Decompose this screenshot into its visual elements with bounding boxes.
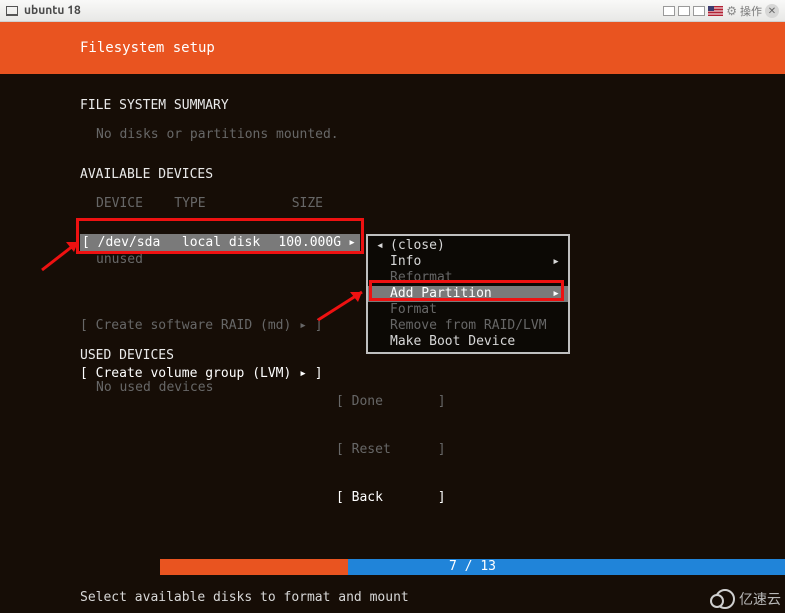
vm-title: ubuntu 18 (24, 4, 81, 17)
installer-surface: Filesystem setup FILE SYSTEM SUMMARY No … (0, 22, 785, 613)
menu-reformat: Reformat (368, 270, 568, 286)
bracket: [ (82, 234, 98, 252)
progress-label: 7 / 13 (160, 559, 785, 575)
vm-titlebar: ubuntu 18 ⚙ 操作 ✕ (0, 0, 785, 22)
disk-context-menu: ◂ (close) Info ▸ Reformat Add Partition … (366, 234, 570, 354)
disk-row[interactable]: [ /dev/sda local disk 100.000G ▸ (80, 234, 360, 252)
summary-message: No disks or partitions mounted. (80, 127, 785, 143)
chevron-right-icon: ▸ (550, 286, 560, 302)
menu-add-partition[interactable]: Add Partition ▸ (368, 286, 568, 302)
file-system-summary: FILE SYSTEM SUMMARY No disks or partitio… (0, 74, 785, 143)
disk-size: 100.000G (276, 234, 342, 252)
disk-device: /dev/sda (98, 234, 182, 252)
tray-flag-icon[interactable] (708, 6, 723, 16)
progress-bar: 7 / 13 (160, 559, 785, 575)
available-devices: AVAILABLE DEVICES DEVICE TYPE SIZE (0, 143, 785, 212)
menu-close[interactable]: ◂ (close) (368, 238, 568, 254)
tray-icon-2[interactable] (678, 6, 690, 16)
tray-icon-3[interactable] (693, 6, 705, 16)
gear-icon[interactable]: ⚙ (726, 4, 737, 18)
footer-buttons: [ Done ] [ Reset ] [ Back ] (336, 362, 446, 538)
back-button[interactable]: [ Back ] (336, 490, 446, 506)
tray-icon-1[interactable] (663, 6, 675, 16)
disk-type: local disk (182, 234, 276, 252)
create-raid[interactable]: [ Create software RAID (md) ▸ ] (80, 318, 323, 334)
watermark-text: 亿速云 (739, 589, 781, 609)
menu-make-boot[interactable]: Make Boot Device (368, 334, 568, 350)
menu-format: Format (368, 302, 568, 318)
vm-tray: ⚙ 操作 ✕ (663, 0, 779, 21)
available-title: AVAILABLE DEVICES (80, 167, 785, 182)
menu-info[interactable]: Info ▸ (368, 254, 568, 270)
used-title: USED DEVICES (80, 348, 174, 363)
used-message: No used devices (96, 380, 213, 395)
disk-row-content: [ /dev/sda local disk 100.000G ▸ (80, 234, 360, 252)
close-icon[interactable]: ✕ (765, 4, 779, 18)
watermark-icon (715, 589, 735, 609)
chevron-right-icon: ▸ (550, 254, 560, 270)
done-button[interactable]: [ Done ] (336, 394, 446, 410)
caret-left-icon: ◂ (376, 238, 390, 254)
summary-title: FILE SYSTEM SUMMARY (80, 98, 785, 113)
menu-remove: Remove from RAID/LVM (368, 318, 568, 334)
operate-label[interactable]: 操作 (740, 3, 762, 19)
footer-hint: Select available disks to format and mou… (80, 590, 409, 605)
page-title: Filesystem setup (80, 40, 215, 56)
chevron-right-icon: ▸ (341, 234, 356, 252)
annotation-arrow-menu (314, 284, 372, 324)
reset-button[interactable]: [ Reset ] (336, 442, 446, 458)
vm-monitor-icon (6, 6, 18, 16)
device-columns: DEVICE TYPE SIZE (80, 196, 785, 212)
page-header: Filesystem setup (0, 22, 785, 74)
watermark: 亿速云 (715, 589, 781, 609)
disk-unused: unused (96, 252, 143, 268)
